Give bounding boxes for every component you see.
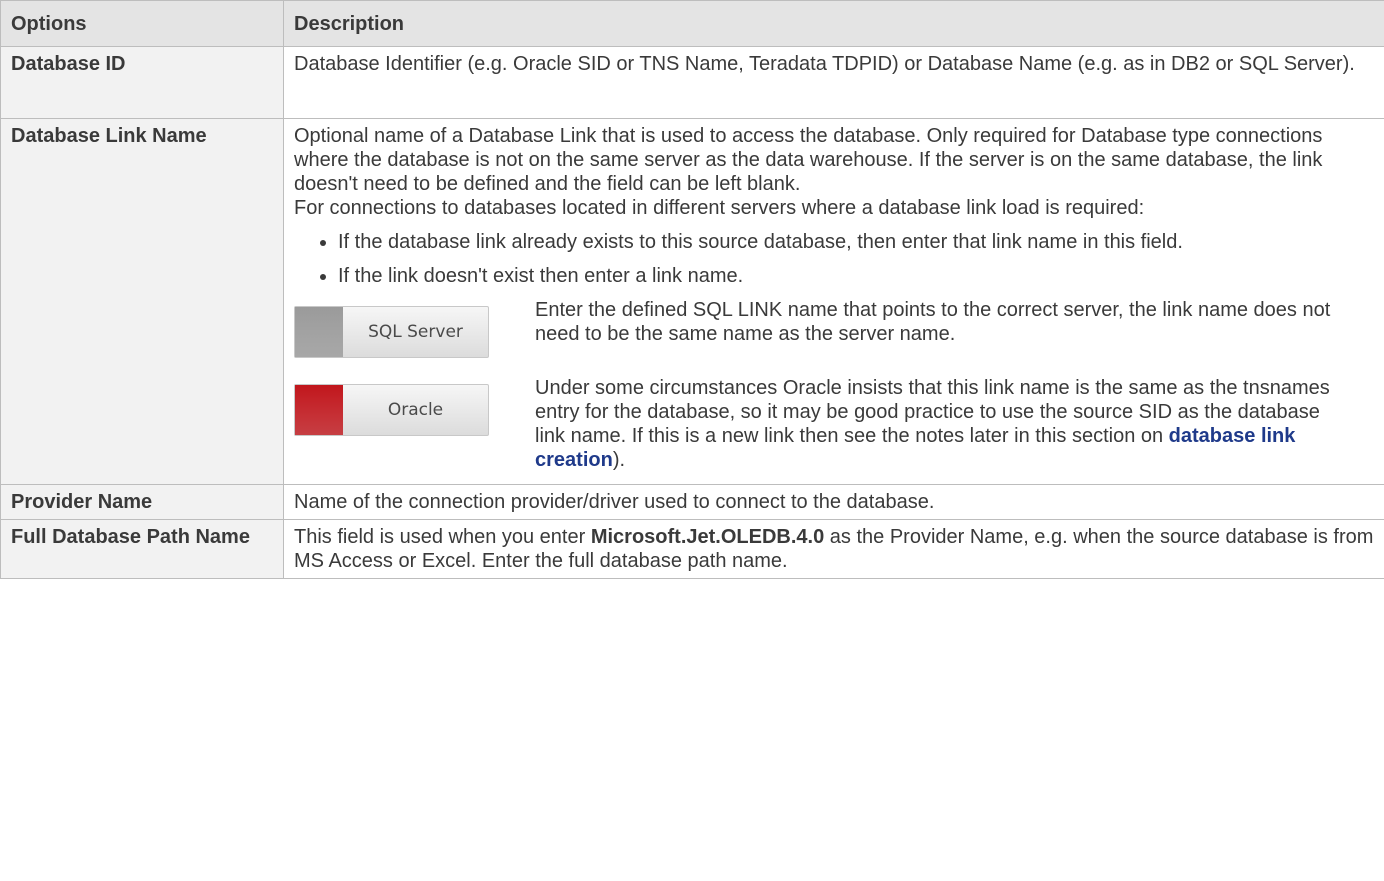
- table-row-database-link-name: Database Link Name Optional name of a Da…: [0, 118, 1384, 485]
- oracle-color-swatch: [295, 385, 343, 435]
- sql-server-badge: SQL Server: [294, 306, 489, 358]
- description-cell: Name of the connection provider/driver u…: [283, 484, 1384, 520]
- oracle-badge: Oracle: [294, 384, 489, 436]
- oracle-note-tail: ).: [612, 449, 626, 471]
- description-text: This field is used when you enter: [294, 526, 591, 548]
- sql-server-badge-label: SQL Server: [368, 322, 463, 342]
- options-table: Options Description Database ID Database…: [0, 0, 1384, 579]
- option-cell: Provider Name: [0, 484, 284, 520]
- description-paragraph: For connections to databases located in …: [294, 197, 1145, 219]
- description-paragraph: Optional name of a Database Link that is…: [294, 125, 1323, 195]
- option-cell: Full Database Path Name: [0, 519, 284, 579]
- provider-name-value: Microsoft.Jet.OLEDB.4.0: [590, 526, 825, 548]
- description-cell: Optional name of a Database Link that is…: [283, 118, 1384, 485]
- sql-server-note: Enter the defined SQL LINK name that poi…: [535, 299, 1331, 345]
- list-item: If the link doesn't exist then enter a l…: [338, 264, 1374, 288]
- oracle-badge-label: Oracle: [387, 400, 444, 420]
- platform-note-oracle: Oracle Under some circumstances Oracle i…: [294, 376, 1374, 472]
- table-row-provider-name: Provider Name Name of the connection pro…: [0, 484, 1384, 520]
- platform-note-sql-server: SQL Server Enter the defined SQL LINK na…: [294, 298, 1374, 358]
- oracle-note: Under some circumstances Oracle insists …: [535, 376, 1345, 472]
- options-column-header: Options: [0, 0, 284, 47]
- list-item: If the database link already exists to t…: [338, 230, 1374, 254]
- bullet-list: If the database link already exists to t…: [294, 230, 1374, 288]
- table-row-database-id: Database ID Database Identifier (e.g. Or…: [0, 46, 1384, 119]
- table-header-row: Options Description: [0, 0, 1384, 47]
- option-cell: Database Link Name: [0, 118, 284, 485]
- sql-server-color-swatch: [295, 307, 343, 357]
- description-column-header: Description: [283, 0, 1384, 47]
- option-cell: Database ID: [0, 46, 284, 119]
- table-row-full-database-path-name: Full Database Path Name This field is us…: [0, 519, 1384, 579]
- description-cell: This field is used when you enter Micros…: [283, 519, 1384, 579]
- description-cell: Database Identifier (e.g. Oracle SID or …: [283, 46, 1384, 119]
